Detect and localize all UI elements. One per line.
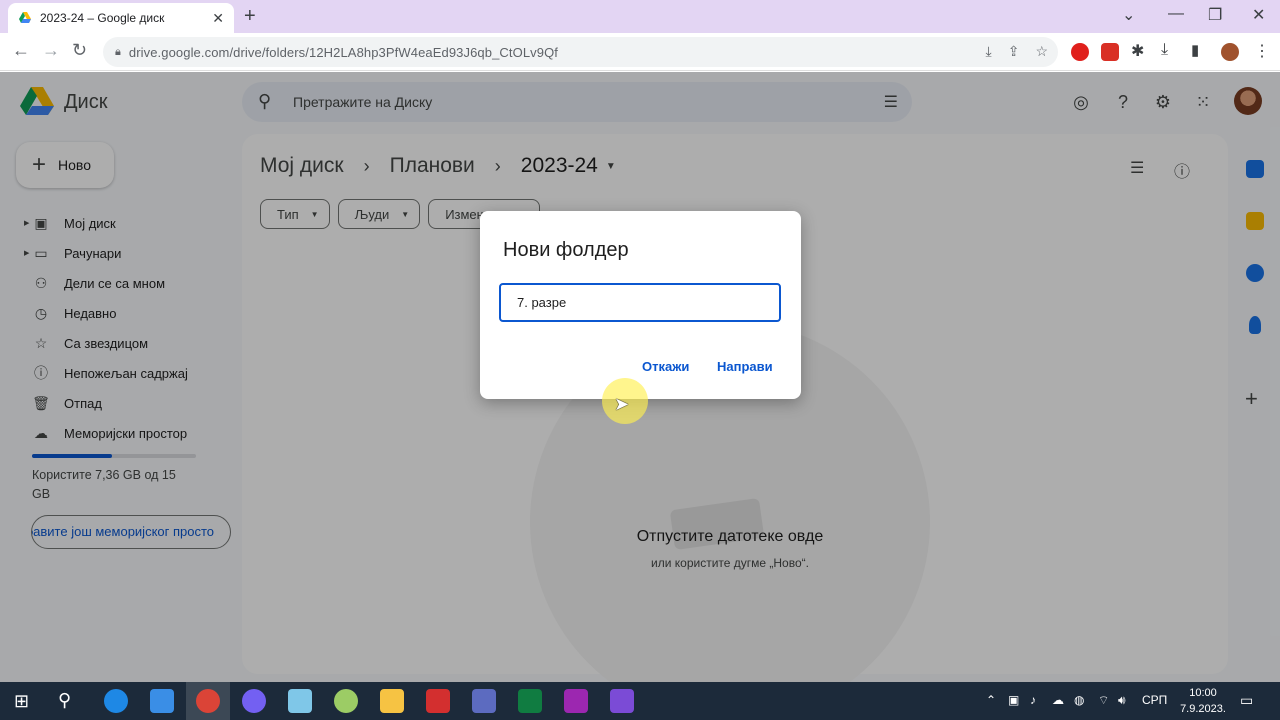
dialog-title: Нови фолдер [503, 239, 629, 261]
share-icon[interactable]: ⇪ [1008, 43, 1020, 60]
notifications-icon[interactable]: ▭ [1240, 692, 1253, 709]
windows-taskbar: ⊞ ⚲ ⌃ ▣ ♪ ☁ ◍ ⌔ 🔊︎ СРП 10:00 7.9.2023. ▭ [0, 682, 1280, 720]
lock-icon: 🔒︎ [115, 45, 121, 58]
file-explorer-icon[interactable] [380, 689, 404, 713]
microphone-icon[interactable]: ♪ [1030, 693, 1036, 707]
side-panel-icon[interactable]: ▮ [1191, 41, 1199, 59]
input-language[interactable]: СРП [1142, 693, 1167, 707]
new-folder-dialog: Нови фолдер Откажи Направи [480, 211, 801, 399]
url-text: drive.google.com/drive/folders/12H2LA8hp… [128, 44, 559, 60]
clock-time: 10:00 [1189, 687, 1217, 699]
browser-tab-active[interactable]: 2023-24 – Google диск ✕ [8, 3, 234, 33]
edge-icon[interactable] [104, 689, 128, 713]
profile-avatar[interactable] [1221, 43, 1239, 61]
clipchamp-icon[interactable] [610, 689, 634, 713]
paint-icon[interactable] [334, 689, 358, 713]
network-icon[interactable]: ◍ [1074, 693, 1084, 707]
app-icon[interactable] [288, 689, 312, 713]
folder-name-input[interactable] [499, 283, 781, 322]
browser-toolbar: ← → ↻ 🔒︎ drive.google.com/drive/folders/… [0, 33, 1280, 71]
adblock-extension-icon[interactable] [1101, 43, 1119, 61]
downloads-icon[interactable]: ⤓ [1161, 41, 1168, 59]
clock-date: 7.9.2023. [1180, 703, 1226, 715]
install-app-icon[interactable]: ⤓ [986, 43, 992, 60]
volume-icon[interactable]: 🔊︎ [1118, 693, 1126, 708]
bookmark-star-icon[interactable]: ☆ [1035, 43, 1048, 60]
new-tab-icon[interactable]: + [244, 5, 256, 28]
chrome-icon[interactable] [196, 689, 220, 713]
reload-icon[interactable]: ↻ [72, 40, 87, 61]
tray-overflow-icon[interactable]: ⌃ [986, 693, 996, 707]
mouse-pointer-icon: ➤ [614, 394, 630, 414]
store-icon[interactable] [150, 689, 174, 713]
tray-app-icon[interactable]: ▣ [1008, 693, 1019, 707]
app-red-icon[interactable] [426, 689, 450, 713]
media-player-icon[interactable] [472, 689, 496, 713]
minimize-icon[interactable]: — [1168, 5, 1184, 23]
tab-close-icon[interactable]: ✕ [212, 10, 224, 27]
taskbar-search-icon[interactable]: ⚲ [58, 690, 71, 711]
tab-title: 2023-24 – Google диск [40, 11, 165, 25]
address-bar[interactable]: 🔒︎ drive.google.com/drive/folders/12H2LA… [103, 37, 1058, 67]
back-icon[interactable]: ← [12, 40, 30, 61]
restore-icon[interactable]: ❐ [1208, 5, 1222, 25]
menu-kebab-icon[interactable]: ⋮ [1254, 41, 1270, 61]
window-close-icon[interactable]: ✕ [1252, 5, 1265, 25]
browser-tab-bar: 2023-24 – Google диск ✕ + ⌄ — ❐ ✕ [0, 0, 1280, 33]
cancel-button[interactable]: Откажи [642, 359, 689, 374]
opera-extension-icon[interactable] [1071, 43, 1089, 61]
tab-search-icon[interactable]: ⌄ [1122, 5, 1135, 25]
extensions-puzzle-icon[interactable]: ✱ [1131, 41, 1144, 61]
windows-start-icon[interactable]: ⊞ [14, 691, 29, 712]
publisher-icon[interactable] [518, 689, 542, 713]
forward-icon[interactable]: → [42, 40, 60, 61]
google-drive-favicon [19, 12, 31, 23]
viber-icon[interactable] [242, 689, 266, 713]
create-button[interactable]: Направи [717, 359, 773, 374]
teams-icon[interactable] [564, 689, 588, 713]
onedrive-icon[interactable]: ☁ [1052, 693, 1064, 707]
wifi-icon[interactable]: ⌔ [1098, 693, 1109, 708]
taskbar-clock[interactable]: 10:00 7.9.2023. [1176, 685, 1230, 717]
